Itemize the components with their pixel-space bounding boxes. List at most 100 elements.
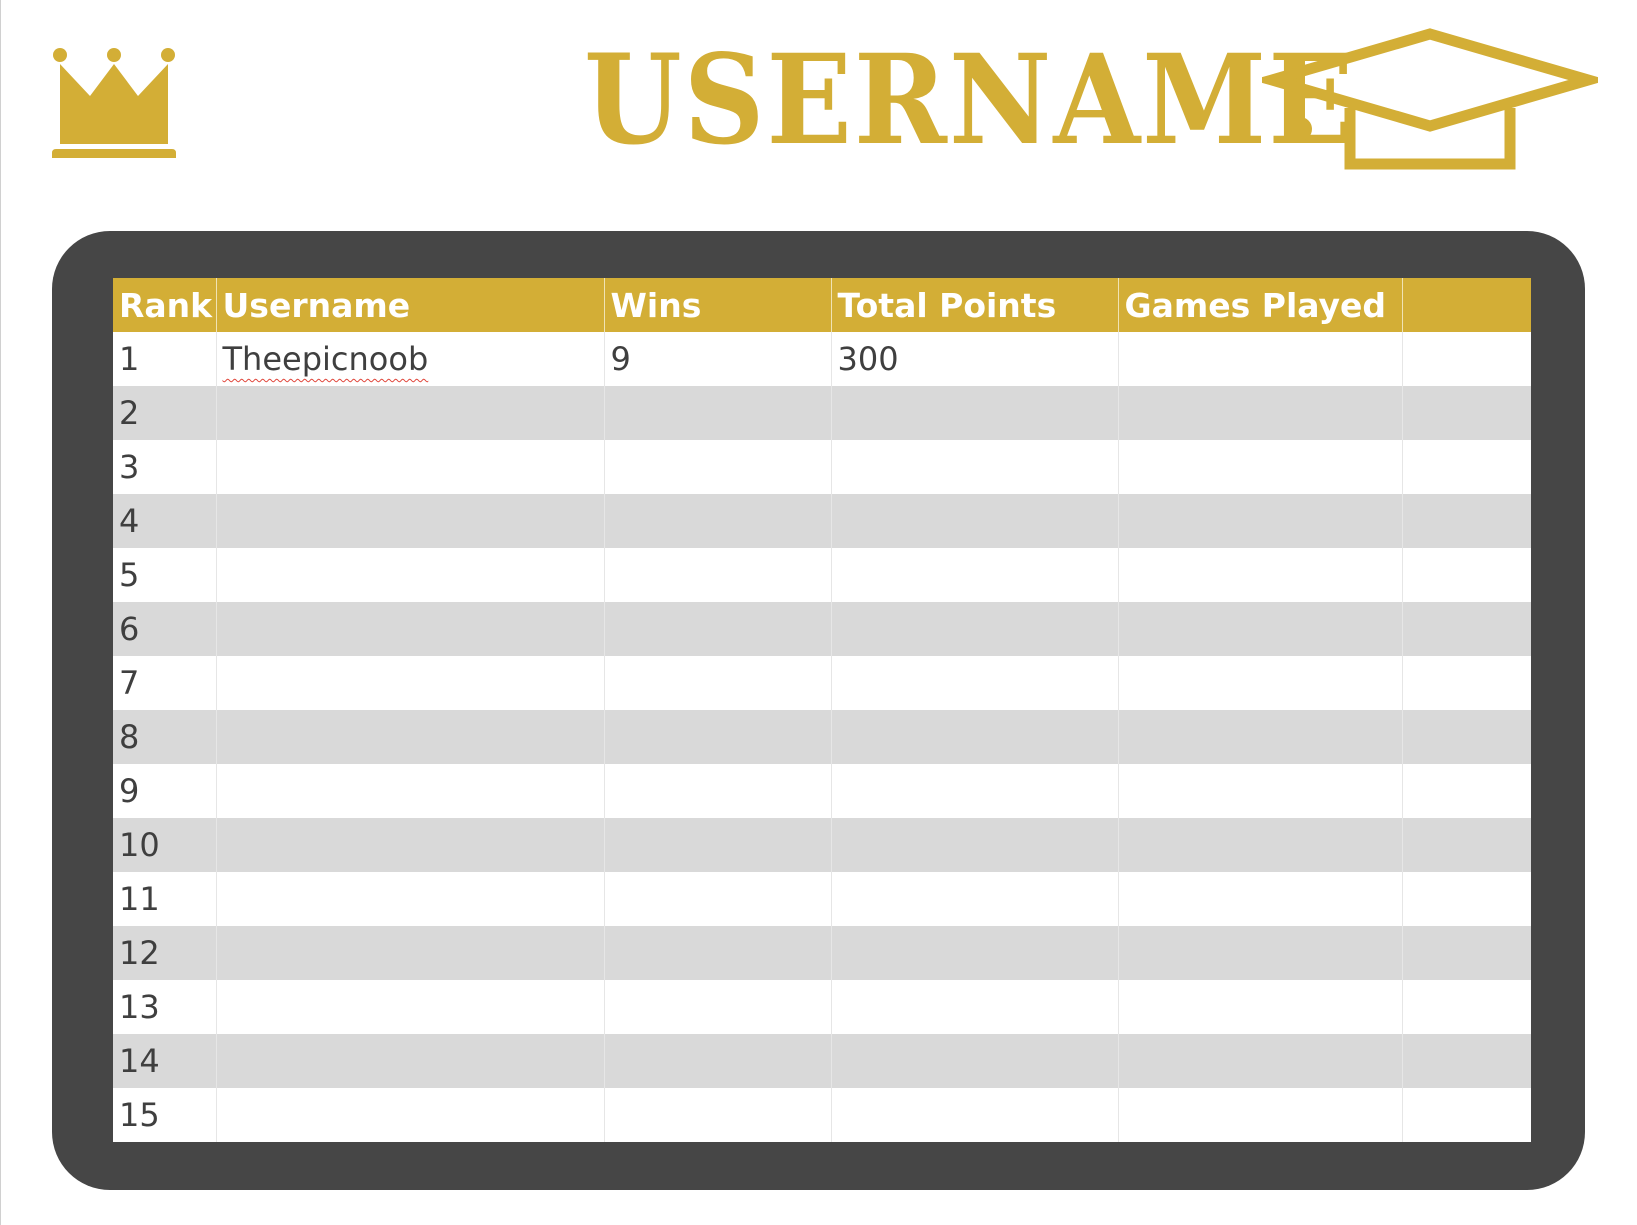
extra-cell [1402,980,1531,1034]
games-played-cell [1118,332,1403,386]
username-cell: Theepicnoob [216,332,605,386]
table-row: 4 [113,494,1531,548]
wins-cell [604,494,832,548]
extra-cell [1402,818,1531,872]
wins-cell [604,926,832,980]
rank-cell: 7 [113,656,217,710]
rank-cell: 11 [113,872,217,926]
username-cell [216,1034,605,1088]
table-row: 10 [113,818,1531,872]
username-cell [216,548,605,602]
wins-cell [604,440,832,494]
total-points-cell [831,494,1119,548]
username-text: Theepicnoob [222,340,429,378]
username-cell [216,926,605,980]
rank-cell: 8 [113,710,217,764]
column-header-games-played: Games Played [1118,278,1403,332]
extra-cell [1402,548,1531,602]
table-row: 11 [113,872,1531,926]
table-row: 9 [113,764,1531,818]
table-row: 6 [113,602,1531,656]
extra-cell [1402,764,1531,818]
table-row: 13 [113,980,1531,1034]
wins-cell [604,656,832,710]
games-played-cell [1118,764,1403,818]
username-cell [216,872,605,926]
table-row: 2 [113,386,1531,440]
username-cell [216,440,605,494]
table-row: 5 [113,548,1531,602]
username-cell [216,386,605,440]
rank-cell: 3 [113,440,217,494]
rank-cell: 15 [113,1088,217,1142]
total-points-cell [831,872,1119,926]
wins-cell [604,1088,832,1142]
games-played-cell [1118,548,1403,602]
total-points-cell [831,710,1119,764]
username-cell [216,494,605,548]
wins-cell [604,764,832,818]
rank-cell: 9 [113,764,217,818]
games-played-cell [1118,1034,1403,1088]
column-header-total-points: Total Points [831,278,1119,332]
total-points-cell [831,602,1119,656]
wins-cell [604,980,832,1034]
wins-cell: 9 [604,332,832,386]
table-row: 3 [113,440,1531,494]
total-points-cell [831,764,1119,818]
games-played-cell [1118,1088,1403,1142]
total-points-cell [831,1034,1119,1088]
extra-cell [1402,872,1531,926]
rank-cell: 13 [113,980,217,1034]
username-cell [216,1088,605,1142]
total-points-cell [831,440,1119,494]
table-row: 12 [113,926,1531,980]
rank-cell: 12 [113,926,217,980]
extra-cell [1402,386,1531,440]
table-row: 7 [113,656,1531,710]
column-header-rank: Rank [113,278,217,332]
wins-cell [604,818,832,872]
extra-cell [1402,1088,1531,1142]
games-played-cell [1118,818,1403,872]
table-row: 15 [113,1088,1531,1142]
username-cell [216,656,605,710]
graduation-cap-icon [1262,28,1598,170]
column-header-extra [1402,278,1531,332]
extra-cell [1402,332,1531,386]
total-points-cell [831,818,1119,872]
games-played-cell [1118,440,1403,494]
column-header-username: Username [216,278,605,332]
rank-cell: 10 [113,818,217,872]
wins-cell [604,548,832,602]
wins-cell [604,602,832,656]
games-played-cell [1118,926,1403,980]
total-points-cell: 300 [831,332,1119,386]
username-cell [216,710,605,764]
header-row: Rank Username Wins Total Points Games Pl… [113,278,1531,332]
rank-cell: 4 [113,494,217,548]
total-points-cell [831,1088,1119,1142]
extra-cell [1402,926,1531,980]
rank-cell: 6 [113,602,217,656]
extra-cell [1402,440,1531,494]
total-points-cell [831,980,1119,1034]
extra-cell [1402,656,1531,710]
username-cell [216,602,605,656]
extra-cell [1402,602,1531,656]
extra-cell [1402,1034,1531,1088]
total-points-cell [831,926,1119,980]
total-points-cell [831,656,1119,710]
table-row: 8 [113,710,1531,764]
games-played-cell [1118,980,1403,1034]
wins-cell [604,710,832,764]
table-row: 1 Theepicnoob 9 300 [113,332,1531,386]
total-points-cell [831,386,1119,440]
rank-cell: 14 [113,1034,217,1088]
wins-cell [604,872,832,926]
rank-cell: 1 [113,332,217,386]
table-row: 14 [113,1034,1531,1088]
crown-icon [52,48,176,158]
rank-cell: 5 [113,548,217,602]
extra-cell [1402,494,1531,548]
